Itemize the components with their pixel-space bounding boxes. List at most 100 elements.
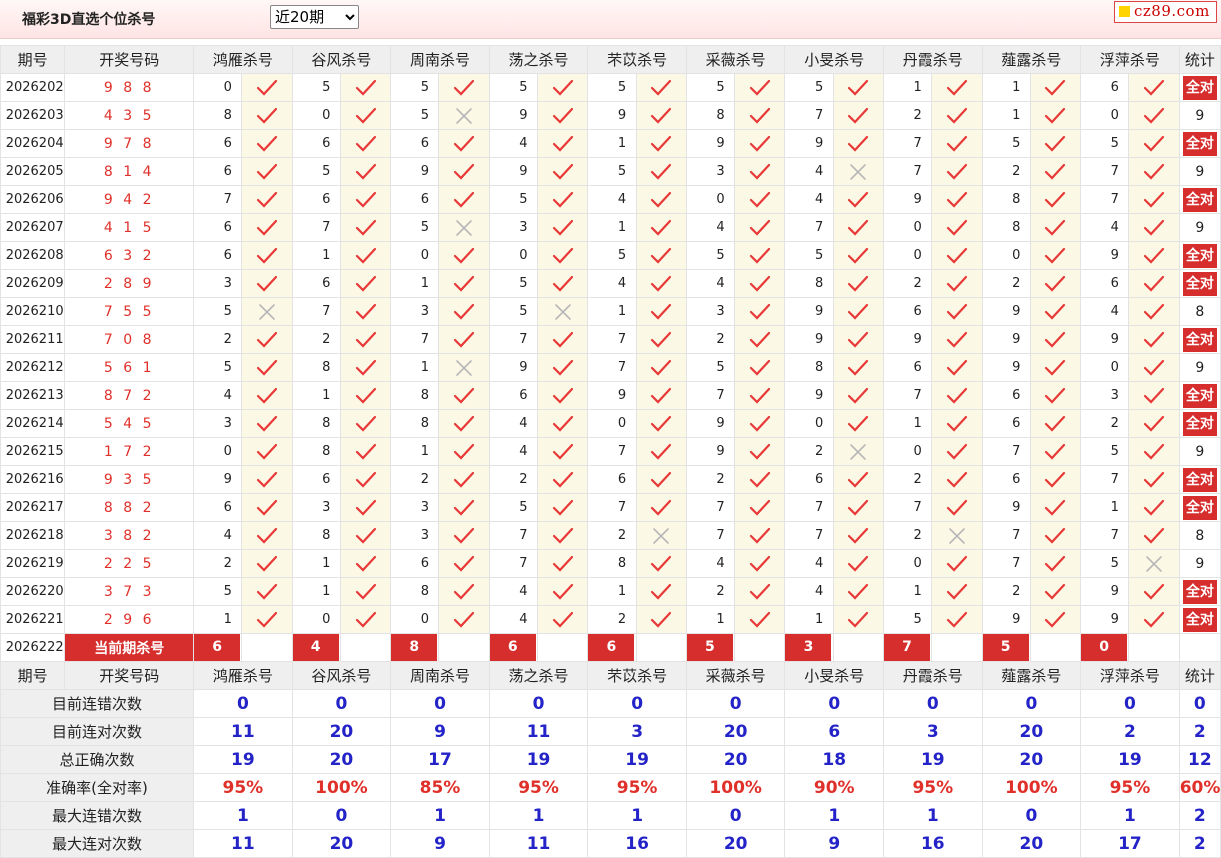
kill-number-cell: 4 [685, 213, 736, 242]
column-header-expert[interactable]: 芣苡杀号 [587, 45, 687, 74]
column-header-expert[interactable]: 丹霞杀号 [883, 45, 983, 74]
summary-value: 100% [685, 773, 786, 802]
check-icon [834, 471, 882, 489]
current-kill-badge: 4 [293, 634, 339, 661]
result-mark-cell [241, 409, 293, 438]
result-mark-cell [1029, 213, 1082, 242]
column-header-expert[interactable]: 谷风杀号 [291, 661, 392, 690]
kill-number-cell: 2 [193, 325, 243, 354]
check-icon [637, 331, 685, 349]
check-icon [933, 107, 981, 125]
check-icon [341, 163, 389, 181]
result-mark-cell [339, 213, 392, 242]
result-mark-cell [438, 605, 490, 634]
kill-number-cell: 7 [488, 325, 539, 354]
kill-number-cell: 7 [981, 437, 1031, 466]
kill-number-cell: 4 [488, 605, 539, 634]
summary-label: 最大连错次数 [0, 801, 195, 830]
result-mark-cell [734, 437, 786, 466]
check-icon [243, 135, 291, 153]
column-header-expert[interactable]: 采薇杀号 [685, 45, 786, 74]
result-mark-cell [832, 437, 885, 466]
check-icon [834, 275, 882, 293]
column-header-expert[interactable]: 荡之杀号 [488, 661, 589, 690]
check-icon [736, 163, 784, 181]
check-icon [1031, 499, 1079, 517]
current-kill-badge: 3 [785, 634, 832, 661]
result-mark-cell [1128, 213, 1180, 242]
column-header-expert[interactable]: 小旻杀号 [784, 661, 885, 690]
kill-number-cell: 7 [685, 521, 736, 550]
check-icon [1130, 527, 1178, 545]
check-icon [736, 359, 784, 377]
result-mark-cell [931, 465, 983, 494]
kill-number-cell: 0 [291, 101, 341, 130]
check-icon [243, 555, 291, 573]
result-mark-cell [832, 521, 885, 550]
column-header-expert[interactable]: 芣苡杀号 [587, 661, 687, 690]
result-mark-cell [241, 101, 293, 130]
check-icon [539, 611, 587, 629]
result-mark-cell [339, 353, 392, 382]
summary-value: 1 [587, 801, 687, 830]
summary-row: 准确率(全对率) 95% 100% 85% 95% 95% 100% 90% 95% 100% 95… [0, 773, 1221, 802]
kill-number-cell: 6 [193, 213, 243, 242]
kill-number-cell: 1 [291, 381, 341, 410]
kill-number-cell: 5 [193, 297, 243, 326]
result-mark-cell [832, 129, 885, 158]
column-header-expert[interactable]: 丹霞杀号 [883, 661, 983, 690]
column-header-expert[interactable]: 薤露杀号 [981, 661, 1082, 690]
column-header-expert[interactable]: 采薇杀号 [685, 661, 786, 690]
kill-number-cell: 5 [587, 73, 637, 102]
current-kill-label: 当前期杀号 [64, 633, 195, 662]
stat-cell: 全对 [1178, 325, 1221, 354]
result-mark-cell [1029, 493, 1082, 522]
logo-text: cz89.com [1134, 2, 1210, 20]
current-kill-cell: 4 [291, 633, 341, 662]
kill-number-cell: 4 [784, 549, 834, 578]
column-header-expert[interactable]: 鸿雁杀号 [193, 661, 293, 690]
kill-number-cell: 4 [488, 409, 539, 438]
kill-number-cell: 8 [685, 101, 736, 130]
column-header-expert[interactable]: 浮萍杀号 [1080, 661, 1180, 690]
kill-number-cell: 9 [685, 129, 736, 158]
winning-number-cell: 2 8 9 [64, 269, 195, 298]
page-title: 福彩3D直选个位杀号 [22, 12, 156, 28]
column-header-expert[interactable]: 谷风杀号 [291, 45, 392, 74]
column-header-winning-number: 开奖号码 [64, 45, 195, 74]
check-icon [243, 331, 291, 349]
stat-cell: 全对 [1178, 129, 1221, 158]
result-mark-cell [339, 269, 392, 298]
result-mark-cell [832, 549, 885, 578]
kill-number-cell: 2 [193, 549, 243, 578]
kill-number-cell: 9 [390, 157, 440, 186]
winning-number-cell: 4 3 5 [64, 101, 195, 130]
kill-number-cell: 9 [1080, 605, 1130, 634]
check-icon [440, 247, 488, 265]
kill-number-cell: 9 [488, 101, 539, 130]
result-mark-cell [1128, 577, 1180, 606]
result-mark-cell [832, 381, 885, 410]
check-icon [933, 79, 981, 97]
column-header-expert[interactable]: 周南杀号 [390, 45, 490, 74]
check-icon [736, 191, 784, 209]
column-header-expert[interactable]: 周南杀号 [390, 661, 490, 690]
site-logo[interactable]: cz89.com [1114, 1, 1217, 23]
check-icon [440, 443, 488, 461]
summary-value: 20 [291, 829, 392, 858]
check-icon [539, 275, 587, 293]
kill-number-cell: 4 [784, 577, 834, 606]
check-icon [1031, 331, 1079, 349]
check-icon [341, 387, 389, 405]
column-header-expert[interactable]: 浮萍杀号 [1080, 45, 1180, 74]
table-row: 2026202 9 8 8 0 5 5 5 5 5 5 1 1 6 全对 [0, 73, 1221, 102]
result-mark-cell [537, 213, 589, 242]
column-header-expert[interactable]: 薤露杀号 [981, 45, 1082, 74]
check-icon [1031, 219, 1079, 237]
column-header-expert[interactable]: 荡之杀号 [488, 45, 589, 74]
kill-number-cell: 8 [291, 409, 341, 438]
column-header-expert[interactable]: 鸿雁杀号 [193, 45, 293, 74]
kill-number-cell: 9 [587, 101, 637, 130]
column-header-expert[interactable]: 小旻杀号 [784, 45, 885, 74]
period-range-select[interactable]: 近20期 [270, 5, 359, 29]
